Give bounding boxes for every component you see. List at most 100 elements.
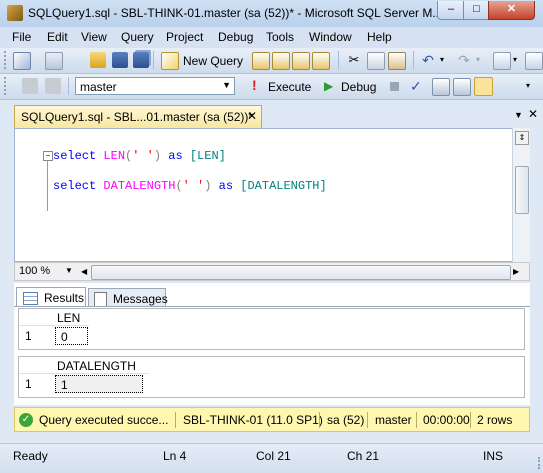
debug-button[interactable]: Debug: [341, 80, 376, 94]
toolbar-grip[interactable]: [4, 51, 10, 69]
tab-sqlquery1[interactable]: SQLQuery1.sql - SBL...01.master (sa (52)…: [14, 105, 262, 129]
messages-icon: [94, 292, 107, 307]
menu-query[interactable]: Query: [121, 30, 154, 44]
string-literal: ' ': [132, 149, 154, 163]
close-window-button[interactable]: ✕: [488, 1, 535, 20]
menu-tools[interactable]: Tools: [266, 30, 294, 44]
zoom-level[interactable]: 100 %: [19, 265, 50, 277]
separator: [367, 412, 368, 428]
string-literal: ' ': [182, 179, 205, 193]
function-datalength: DATALENGTH: [103, 179, 176, 193]
result-grid-1[interactable]: LEN 1 0: [18, 308, 525, 350]
toolbar-separator: [68, 77, 69, 95]
divider: [14, 306, 530, 307]
toolbar-grip[interactable]: [4, 77, 10, 95]
toolbar-overflow-icon[interactable]: ▾: [526, 81, 530, 90]
menu-debug[interactable]: Debug: [218, 30, 253, 44]
tab-results[interactable]: Results: [16, 287, 86, 307]
save-all-icon[interactable]: [133, 52, 149, 68]
zoom-bar: 100 % ▼ ◀ ▶: [14, 262, 530, 281]
elapsed-time: 00:00:00: [423, 413, 470, 427]
stop-icon[interactable]: [390, 82, 399, 91]
new-file-icon[interactable]: [13, 52, 31, 70]
ssms-app-icon[interactable]: [7, 5, 23, 21]
undo-dropdown-icon[interactable]: ▾: [440, 55, 444, 64]
connect-icon[interactable]: [22, 78, 38, 94]
column-header-len[interactable]: LEN: [57, 311, 80, 325]
separator: [470, 412, 471, 428]
menu-view[interactable]: View: [81, 30, 107, 44]
minimize-button[interactable]: –: [437, 1, 465, 20]
redo-dropdown-icon[interactable]: ▾: [476, 55, 480, 64]
keyword-select: select: [53, 149, 97, 163]
mdx-icon[interactable]: [292, 52, 310, 70]
analysis-query-icon[interactable]: [272, 52, 290, 70]
keyword-as: as: [218, 179, 234, 193]
scroll-left-icon[interactable]: ◀: [81, 267, 87, 276]
tab-list-dropdown-icon[interactable]: ▼: [514, 110, 523, 120]
zoom-dropdown-icon[interactable]: ▼: [65, 266, 73, 275]
new-query-icon[interactable]: [161, 52, 179, 70]
function-len: LEN: [103, 149, 126, 163]
status-insert-mode: INS: [483, 449, 504, 463]
menu-project[interactable]: Project: [166, 30, 203, 44]
query-options-icon[interactable]: [453, 78, 471, 96]
row-number[interactable]: 1: [25, 377, 32, 391]
maximize-button[interactable]: □: [463, 1, 490, 20]
paste-icon[interactable]: [388, 52, 406, 70]
menu-file[interactable]: File: [12, 30, 31, 44]
solution-icon[interactable]: [45, 52, 63, 70]
user-session: sa (52): [327, 413, 365, 427]
collapse-icon[interactable]: −: [43, 151, 53, 161]
scroll-right-icon[interactable]: ▶: [513, 267, 519, 276]
toolbar-options-icon[interactable]: [525, 52, 543, 70]
menu-help[interactable]: Help: [367, 30, 392, 44]
tab-messages[interactable]: Messages: [88, 288, 168, 307]
copy-icon[interactable]: [367, 52, 385, 70]
change-connection-icon[interactable]: [45, 78, 61, 94]
result-cell-len[interactable]: 0: [55, 327, 88, 345]
resize-grip-icon[interactable]: [526, 457, 540, 469]
tab-close-icon[interactable]: ✕: [247, 109, 257, 123]
database-select[interactable]: master ▼: [75, 77, 235, 95]
result-cell-datalength[interactable]: 1: [55, 375, 143, 393]
column-header-datalength[interactable]: DATALENGTH: [57, 359, 136, 373]
xmla-icon[interactable]: [312, 52, 330, 70]
split-icon[interactable]: ⇕: [515, 131, 529, 145]
results-to-grid-icon[interactable]: [474, 77, 493, 96]
code-line-1: select LEN(' ') as [LEN]: [53, 149, 226, 163]
success-check-icon: ✓: [19, 413, 33, 427]
row-number[interactable]: 1: [25, 329, 32, 343]
scrollbar-thumb[interactable]: [515, 166, 529, 214]
display-plan-icon[interactable]: [432, 78, 450, 96]
result-grid-2[interactable]: DATALENGTH 1 1: [18, 356, 525, 398]
execute-icon[interactable]: !: [252, 77, 257, 93]
close-document-icon[interactable]: ✕: [528, 107, 538, 121]
navigate-icon[interactable]: [493, 52, 511, 70]
database-select-value: master: [80, 80, 117, 94]
undo-icon[interactable]: ↶: [420, 52, 436, 68]
cut-icon[interactable]: ✂: [346, 52, 362, 68]
status-char: Ch 21: [347, 449, 380, 463]
save-icon[interactable]: [112, 52, 128, 68]
db-engine-query-icon[interactable]: [252, 52, 270, 70]
toolbar-separator: [413, 51, 414, 69]
editor-vertical-scrollbar[interactable]: ⇕: [512, 128, 530, 262]
status-ready: Ready: [13, 449, 48, 463]
navigate-dropdown-icon[interactable]: ▾: [513, 55, 517, 64]
execute-button[interactable]: Execute: [268, 80, 311, 94]
horizontal-scrollbar-thumb[interactable]: [91, 265, 511, 280]
redo-icon[interactable]: ↷: [456, 52, 472, 68]
debug-icon[interactable]: ▶: [324, 79, 333, 93]
tab-messages-label: Messages: [113, 292, 168, 306]
alias-datalength: [DATALENGTH]: [240, 179, 327, 193]
menu-window[interactable]: Window: [309, 30, 352, 44]
open-icon[interactable]: [90, 52, 106, 68]
parse-icon[interactable]: ✓: [410, 78, 422, 95]
menu-edit[interactable]: Edit: [47, 30, 68, 44]
query-status-message: Query executed succe...: [39, 413, 169, 427]
query-editor[interactable]: − select LEN(' ') as [LEN] select DATALE…: [14, 128, 530, 262]
new-query-button[interactable]: New Query: [183, 54, 243, 68]
tab-results-label: Results: [44, 291, 85, 305]
paren: (: [175, 179, 183, 193]
